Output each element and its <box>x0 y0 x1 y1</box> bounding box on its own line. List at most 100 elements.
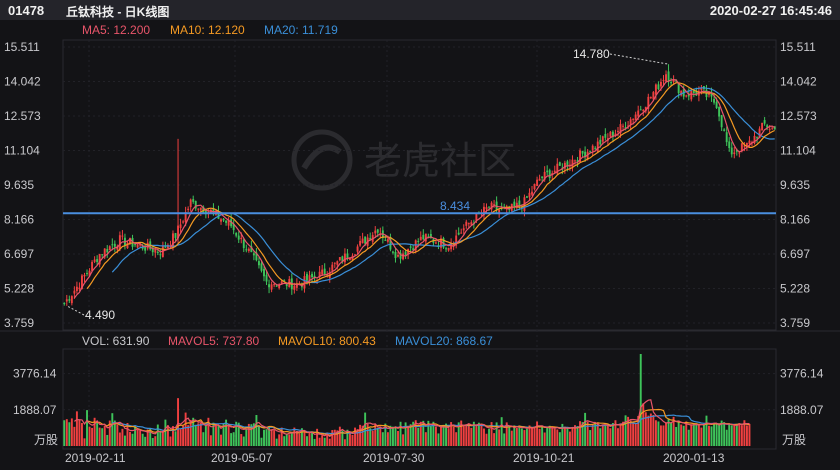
candle-body <box>639 109 642 111</box>
candle-body <box>548 170 551 178</box>
candle-body <box>225 220 228 223</box>
volume-bar <box>558 432 561 446</box>
volume-bar <box>543 432 546 446</box>
candle-body <box>376 229 379 233</box>
candle-body <box>93 259 96 262</box>
volume-bar <box>270 429 273 446</box>
volume-bar <box>121 428 124 446</box>
volume-bar <box>240 434 243 446</box>
volume-bar <box>649 413 652 446</box>
candle-body <box>467 223 470 225</box>
volume-bar <box>73 426 76 446</box>
volume-bar <box>735 424 738 446</box>
candle-body <box>275 285 278 287</box>
candle-body <box>247 248 250 251</box>
candle-body <box>245 249 248 251</box>
volume-bar <box>665 422 667 446</box>
candle-body <box>106 248 109 253</box>
volume-bar <box>283 436 286 446</box>
volume-bar <box>538 428 541 446</box>
volume-bar <box>187 425 190 446</box>
volume-bar <box>677 420 680 446</box>
candle-body <box>182 221 185 223</box>
volume-bar <box>106 434 109 446</box>
volume-bar <box>136 428 139 446</box>
volume-bar <box>164 419 167 446</box>
candle-body <box>657 84 660 90</box>
volume-bar <box>498 429 501 446</box>
ma5-line <box>73 78 775 299</box>
volume-bar <box>536 421 539 446</box>
candle-body <box>419 236 422 241</box>
volume-bar <box>217 425 220 446</box>
volume-bar <box>525 428 528 446</box>
volume-bar <box>78 419 81 446</box>
candle-body <box>422 234 425 240</box>
candle-body <box>622 125 624 127</box>
candle-body <box>528 192 531 198</box>
candle-body <box>197 208 200 210</box>
candle-body <box>725 132 728 143</box>
volume-bar <box>184 412 187 446</box>
price-tick-right: 8.166 <box>780 213 810 227</box>
volume-bar <box>710 426 713 446</box>
candle-body <box>189 199 192 208</box>
volume-bar <box>609 428 612 446</box>
volume-bar <box>321 435 324 446</box>
candle-body <box>111 244 114 246</box>
volume-bar <box>111 413 114 446</box>
volume-bar <box>488 428 490 446</box>
volume-bar <box>477 422 480 446</box>
volume-bar <box>611 423 614 446</box>
price-tick-left: 12.573 <box>4 109 41 123</box>
candle-body <box>73 290 76 294</box>
candle-body <box>417 240 420 242</box>
candle-body <box>558 162 561 166</box>
ma10-line <box>86 82 775 290</box>
volume-bar <box>220 434 222 446</box>
volume-bar <box>566 427 569 446</box>
volume-tick-left: 1888.07 <box>13 403 57 417</box>
candle-body <box>609 131 612 137</box>
volume-bar <box>447 428 450 446</box>
candle-body <box>321 269 324 275</box>
volume-bar <box>232 432 235 446</box>
price-tick-right: 15.511 <box>780 40 816 54</box>
volume-bar <box>349 432 351 446</box>
volume-bar <box>440 427 442 446</box>
high-annotation: 14.780 <box>573 47 610 61</box>
volume-bar <box>63 420 66 446</box>
volume-bar <box>141 433 144 446</box>
volume-bar <box>386 432 389 446</box>
volume-bar <box>652 415 655 446</box>
candle-body <box>96 259 99 263</box>
candle-body <box>384 239 387 241</box>
candle-body <box>134 244 137 246</box>
volume-bar <box>255 415 258 446</box>
volume-bar <box>518 425 521 446</box>
candle-body <box>690 90 693 100</box>
volume-bar <box>624 415 627 446</box>
volume-bar <box>503 433 506 446</box>
volume-bar <box>493 433 496 446</box>
volume-bar <box>209 435 212 446</box>
candle-body <box>756 137 758 139</box>
volume-bar <box>442 424 445 446</box>
volume-bar <box>389 425 392 446</box>
volume-bar <box>670 422 673 446</box>
volume-bar <box>204 425 207 446</box>
candle-body <box>740 143 743 151</box>
price-tick-right: 11.104 <box>780 144 816 158</box>
volume-bar <box>374 423 377 446</box>
volume-tick-left: 3776.14 <box>13 367 57 381</box>
volume-bar <box>700 427 703 446</box>
volume-bar <box>513 425 516 446</box>
volume-bar <box>738 423 741 446</box>
candle-body <box>591 145 594 151</box>
volume-bar <box>619 423 622 446</box>
candle-body <box>86 273 88 275</box>
volume-bar <box>417 427 420 446</box>
low-annotation: 4.490 <box>85 308 115 322</box>
volume-bar <box>343 439 346 446</box>
candle-body <box>311 273 314 278</box>
